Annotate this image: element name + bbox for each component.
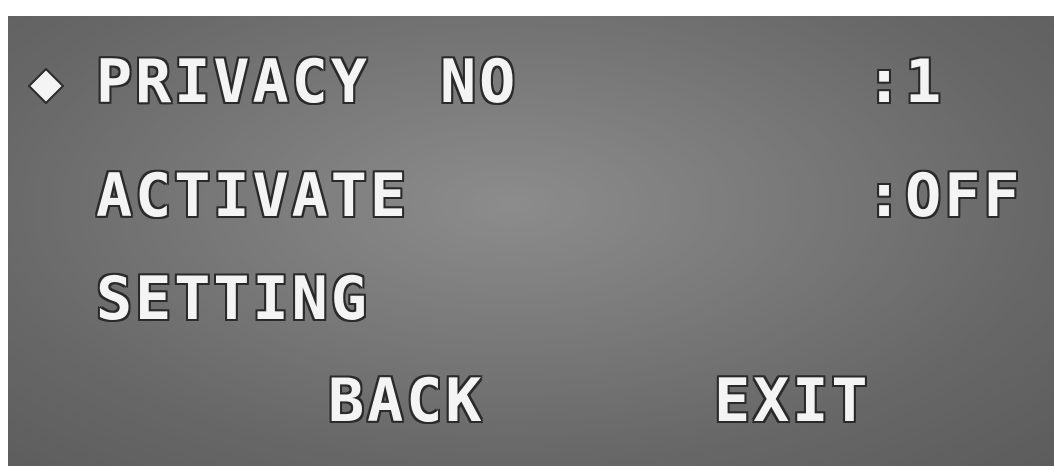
osd-menu-screen: PRIVACY NO :1 ACTIVATE :OFF SETTING BACK…	[8, 16, 1054, 466]
privacy-number-label: NO	[440, 47, 519, 117]
privacy-value[interactable]: :1	[866, 52, 944, 112]
back-button[interactable]: BACK	[328, 371, 485, 431]
setting-label[interactable]: SETTING	[96, 269, 370, 329]
privacy-label[interactable]: PRIVACY	[96, 52, 370, 112]
activate-value[interactable]: :OFF	[866, 166, 1023, 226]
exit-button[interactable]: EXIT	[714, 371, 871, 431]
activate-label[interactable]: ACTIVATE	[96, 166, 409, 226]
diamond-selector-icon	[28, 68, 64, 104]
